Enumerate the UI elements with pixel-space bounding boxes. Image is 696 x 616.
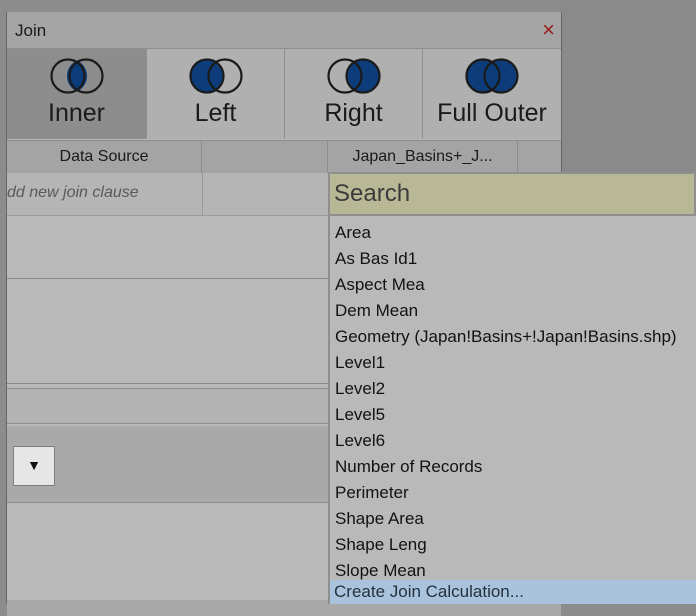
full-outer-join-icon (465, 58, 519, 94)
field-item-level1[interactable]: Level1 (335, 350, 385, 376)
create-join-calculation-label: Create Join Calculation... (334, 582, 524, 601)
join-type-label: Inner (48, 99, 105, 127)
field-item-area[interactable]: Area (335, 220, 371, 246)
field-item-dem-mean[interactable]: Dem Mean (335, 298, 418, 324)
join-type-label: Full Outer (437, 99, 547, 127)
column-divider (202, 173, 203, 215)
field-list: Area As Bas Id1 Aspect Mea Dem Mean Geom… (328, 216, 696, 604)
data-source-header: Data Source (7, 141, 202, 173)
inner-join-icon (49, 58, 104, 94)
join-clause-header: Data Source Japan_Basins+_J... (7, 140, 561, 174)
field-item-level6[interactable]: Level6 (335, 428, 385, 454)
field-item-as-bas-id1[interactable]: As Bas Id1 (335, 246, 417, 272)
divider-line (7, 383, 329, 384)
field-item-geometry[interactable]: Geometry (Japan!Basins+!Japan!Basins.shp… (335, 324, 677, 350)
join-type-right[interactable]: Right (285, 49, 423, 139)
background-area (560, 0, 696, 172)
header-spacer (518, 141, 561, 173)
join-type-label: Left (194, 99, 237, 127)
field-combo-box[interactable]: ▼ (13, 446, 55, 486)
right-join-icon (326, 58, 381, 94)
chevron-down-icon: ▼ (27, 457, 41, 473)
field-item-aspect-mea[interactable]: Aspect Mea (335, 272, 425, 298)
join-type-selector: Inner Left Right Full Outer (7, 49, 561, 139)
join-type-label: Right (324, 99, 383, 127)
divider-line (7, 278, 329, 279)
field-item-level2[interactable]: Level2 (335, 376, 385, 402)
left-join-icon (188, 58, 243, 94)
dialog-titlebar: Join × (7, 12, 561, 49)
field-item-shape-area[interactable]: Shape Area (335, 506, 424, 532)
field-search-box[interactable] (328, 172, 696, 216)
screen: Join × Inner Left Right Full Outer Data … (0, 0, 696, 616)
create-join-calculation-item[interactable]: Create Join Calculation... (330, 580, 696, 604)
right-source-header: Japan_Basins+_J... (328, 141, 518, 173)
join-type-full-outer[interactable]: Full Outer (423, 49, 561, 139)
field-item-number-of-records[interactable]: Number of Records (335, 454, 482, 480)
panel-band (7, 388, 329, 424)
search-input[interactable] (334, 180, 684, 208)
field-item-shape-leng[interactable]: Shape Leng (335, 532, 427, 558)
field-item-level5[interactable]: Level5 (335, 402, 385, 428)
dialog-title: Join (15, 21, 47, 40)
join-type-left[interactable]: Left (147, 49, 285, 139)
options-band (7, 426, 329, 503)
close-icon[interactable]: × (542, 18, 555, 42)
join-type-inner[interactable]: Inner (7, 49, 147, 139)
operator-header (202, 141, 328, 173)
field-item-perimeter[interactable]: Perimeter (335, 480, 409, 506)
add-join-clause-placeholder: dd new join clause (7, 184, 139, 201)
